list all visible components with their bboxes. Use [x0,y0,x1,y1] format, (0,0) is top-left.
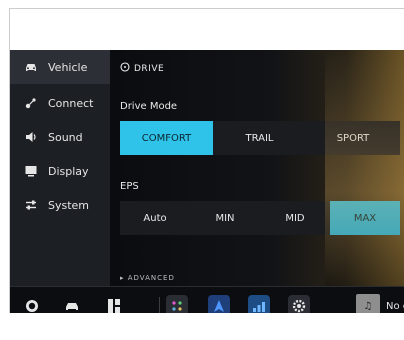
sidebar-item-label: System [48,198,90,212]
drive-wheel-icon [120,62,130,75]
infotainment-screen: Vehicle Connect Sound Display System DRI… [10,50,404,313]
settings-gear-icon[interactable] [288,295,310,313]
navigation-icon[interactable] [208,295,230,313]
advanced-label: ADVANCED [127,274,175,282]
media-now-playing[interactable]: No c [386,295,404,313]
drive-mode-label: Drive Mode [120,101,178,112]
drive-mode-comfort[interactable]: COMFORT [120,121,213,155]
sidebar-item-connect[interactable]: Connect [10,86,110,120]
section-title-text: DRIVE [134,63,165,74]
speaker-icon [24,130,38,144]
section-title: DRIVE [120,62,164,75]
media-title: No c [386,300,404,312]
eps-min[interactable]: MIN [190,201,260,235]
drive-mode-selector: COMFORT TRAIL SPORT [120,121,400,155]
bottom-dock: ♫ No c [10,286,404,313]
sidebar-item-system[interactable]: System [10,188,110,222]
drive-settings-panel: DRIVE Drive Mode COMFORT TRAIL SPORT EPS… [110,50,404,286]
media-album-art[interactable]: ♫ [356,294,380,313]
eps-selector: Auto MIN MID MAX [120,201,400,235]
eps-label: EPS [120,181,139,192]
chevron-icon: ▸ [120,274,125,282]
sidebar-item-label: Display [48,164,89,178]
eps-max[interactable]: MAX [330,201,400,235]
sliders-icon [24,198,38,212]
eps-auto[interactable]: Auto [120,201,190,235]
app-window: Vehicle Connect Sound Display System DRI… [9,8,404,313]
settings-sidebar: Vehicle Connect Sound Display System [10,50,110,286]
car-icon[interactable] [62,295,82,313]
drive-mode-trail[interactable]: TRAIL [213,121,306,155]
sidebar-item-label: Sound [48,130,83,144]
sidebar-item-vehicle[interactable]: Vehicle [10,50,110,84]
sidebar-item-sound[interactable]: Sound [10,120,110,154]
drive-mode-sport[interactable]: SPORT [306,121,400,155]
advanced-toggle[interactable]: ▸ ADVANCED [120,274,175,282]
eps-mid[interactable]: MID [260,201,330,235]
signal-bars-icon[interactable] [248,295,270,313]
display-icon [24,164,38,178]
apps-grid-icon[interactable] [104,295,124,313]
games-icon[interactable] [166,295,188,313]
car-icon [24,60,38,74]
sidebar-item-display[interactable]: Display [10,154,110,188]
dock-divider [159,297,160,313]
sidebar-item-label: Connect [48,96,94,110]
steering-wheel-icon[interactable] [22,295,42,313]
sidebar-item-label: Vehicle [48,60,88,74]
music-note-icon: ♫ [363,300,373,312]
connect-icon [24,96,38,110]
